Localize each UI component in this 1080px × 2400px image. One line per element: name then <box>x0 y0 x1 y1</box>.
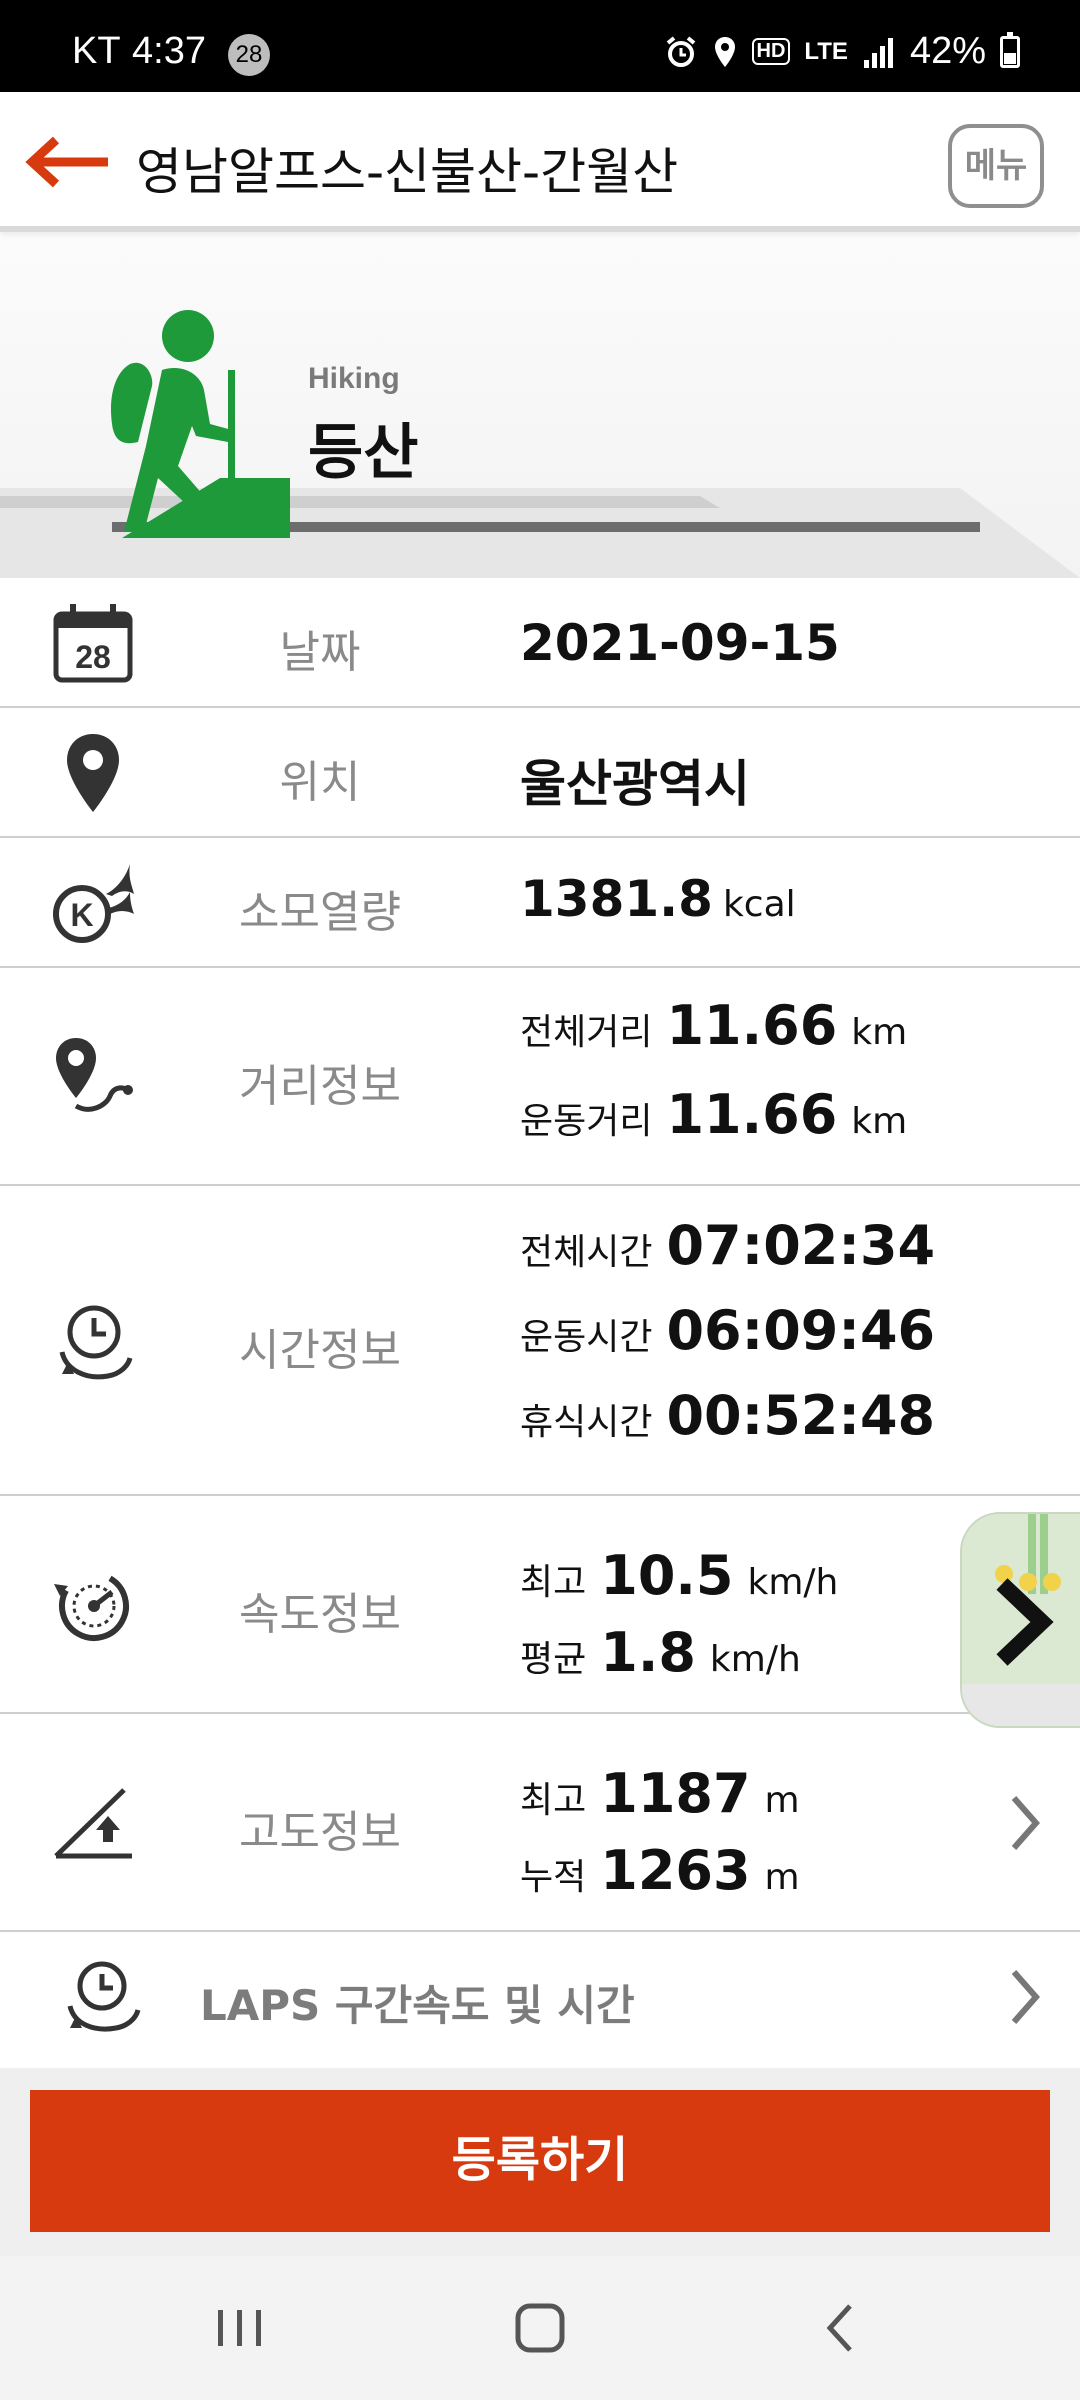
back-arrow-icon[interactable] <box>22 132 112 192</box>
max-speed-value: 10.5 <box>600 1544 734 1607</box>
clock: 4:37 <box>132 30 206 72</box>
laps-clock-icon <box>67 1961 141 2032</box>
cumulative-altitude-value: 1263 <box>600 1839 751 1902</box>
date-value: 2021-09-15 <box>520 614 840 672</box>
date-label: 날짜 <box>279 627 361 678</box>
lte-icon: LTE <box>804 37 848 65</box>
time-values: 전체시간 07:02:34 운동시간 06:09:46 휴식시간 00:52:4… <box>520 1214 935 1447</box>
moving-time-value: 06:09:46 <box>666 1299 936 1362</box>
moving-time-line: 운동시간 06:09:46 <box>520 1299 935 1362</box>
distance-label: 거리정보 <box>239 1061 401 1112</box>
moving-time-label: 운동시간 <box>520 1317 653 1358</box>
nav-back-icon[interactable] <box>800 2296 880 2360</box>
carrier-label: KT <box>72 30 121 72</box>
max-speed-line: 최고 10.5 km/h <box>520 1544 838 1607</box>
altitude-label: 고도정보 <box>239 1807 401 1858</box>
max-speed-label: 최고 <box>520 1562 587 1603</box>
moving-distance-line: 운동거리 11.66 km <box>520 1083 907 1146</box>
map-thumbnail-icon[interactable] <box>960 1512 1080 1728</box>
cumulative-altitude-label: 누적 <box>520 1857 587 1898</box>
calories-unit: kcal <box>722 884 796 925</box>
menu-button[interactable]: 메뉴 <box>948 124 1044 208</box>
speedometer-icon <box>54 1571 129 1641</box>
location-value: 울산광역시 <box>520 755 750 813</box>
calories-label: 소모열량 <box>239 887 401 938</box>
page-title: 영남알프스-신불산-간월산 <box>136 143 679 201</box>
total-time-line: 전체시간 07:02:34 <box>520 1214 935 1277</box>
laps-label: LAPS 구간속도 및 시간 <box>200 1981 635 2030</box>
home-icon[interactable] <box>500 2296 580 2360</box>
route-icon <box>56 1038 133 1112</box>
signal-icon <box>863 37 893 68</box>
activity-type-english: Hiking <box>308 362 400 395</box>
altitude-row[interactable]: 고도정보 최고 1187 m 누적 1263 m <box>0 1714 1080 1932</box>
activity-banner: Hiking 등산 <box>0 238 1080 578</box>
moving-distance-label: 운동거리 <box>520 1101 653 1142</box>
clock-cycle-icon <box>59 1305 133 1380</box>
avg-speed-value: 1.8 <box>600 1621 696 1684</box>
moving-distance-value: 11.66 <box>666 1083 838 1146</box>
rest-time-line: 휴식시간 00:52:48 <box>520 1384 935 1447</box>
alarm-icon <box>666 35 695 67</box>
location-pin-icon <box>67 734 119 812</box>
rest-time-value: 00:52:48 <box>666 1384 936 1447</box>
total-time-value: 07:02:34 <box>666 1214 936 1277</box>
altitude-icon <box>54 1788 132 1859</box>
total-distance-label: 전체거리 <box>520 1012 653 1053</box>
speed-values: 최고 10.5 km/h 평균 1.8 km/h <box>520 1544 838 1684</box>
speed-label: 속도정보 <box>239 1589 401 1640</box>
hiker-icon <box>110 310 290 538</box>
moving-distance-unit: km <box>851 1101 908 1142</box>
altitude-values: 최고 1187 m 누적 1263 m <box>520 1762 800 1902</box>
max-speed-unit: km/h <box>747 1562 839 1603</box>
calorie-burn-icon: K <box>53 864 134 943</box>
calendar-icon: 28 <box>53 604 133 683</box>
cumulative-altitude-unit: m <box>764 1857 800 1898</box>
avg-speed-label: 평균 <box>520 1639 587 1680</box>
svg-text:K: K <box>70 897 93 933</box>
location-icon <box>714 36 735 67</box>
time-label: 시간정보 <box>239 1325 401 1376</box>
recent-apps-icon[interactable] <box>200 2296 280 2360</box>
battery-icon <box>1000 31 1020 68</box>
total-distance-unit: km <box>851 1012 908 1053</box>
hd-voice-icon: HD <box>751 38 791 65</box>
calories-value: 1381.8 kcal <box>520 870 796 928</box>
time-row: 시간정보 전체시간 07:02:34 운동시간 06:09:46 휴식시간 00… <box>0 1186 1080 1496</box>
activity-type-korean: 등산 <box>308 418 419 488</box>
distance-row: 거리정보 전체거리 11.66 km 운동거리 11.66 km <box>0 968 1080 1186</box>
action-area: 등록하기 <box>0 2068 1080 2256</box>
total-time-label: 전체시간 <box>520 1232 653 1273</box>
svg-text:28: 28 <box>75 639 111 675</box>
status-bar: KT 4:37 28 HD LTE 42% <box>0 0 1080 92</box>
rest-time-label: 휴식시간 <box>520 1402 653 1443</box>
avg-speed-line: 평균 1.8 km/h <box>520 1621 838 1684</box>
avg-speed-unit: km/h <box>709 1639 801 1680</box>
max-altitude-unit: m <box>764 1780 800 1821</box>
location-label: 위치 <box>279 757 361 808</box>
calories-row: K 소모열량 1381.8 kcal <box>0 838 1080 968</box>
workout-summary: 28 날짜 2021-09-15 위치 울산광역시 K 소모열량 1381.8 k… <box>0 578 1080 2062</box>
battery-percentage: 42% <box>909 30 986 72</box>
date-row: 28 날짜 2021-09-15 <box>0 578 1080 708</box>
chevron-right-icon[interactable] <box>1000 1962 1050 2032</box>
max-altitude-label: 최고 <box>520 1780 587 1821</box>
total-distance-line: 전체거리 11.66 km <box>520 994 907 1057</box>
system-nav-bar <box>0 2256 1080 2400</box>
speed-row: 속도정보 최고 10.5 km/h 평균 1.8 km/h <box>0 1496 1080 1714</box>
notification-count-badge: 28 <box>228 34 270 76</box>
register-button[interactable]: 등록하기 <box>30 2090 1050 2232</box>
cumulative-altitude-line: 누적 1263 m <box>520 1839 800 1902</box>
distance-values: 전체거리 11.66 km 운동거리 11.66 km <box>520 994 907 1146</box>
max-altitude-line: 최고 1187 m <box>520 1762 800 1825</box>
total-distance-value: 11.66 <box>666 994 838 1057</box>
app-header: 영남알프스-신불산-간월산 메뉴 <box>0 92 1080 232</box>
max-altitude-value: 1187 <box>600 1762 751 1825</box>
calories-number: 1381.8 <box>520 870 713 928</box>
location-row: 위치 울산광역시 <box>0 708 1080 838</box>
laps-row[interactable]: LAPS 구간속도 및 시간 <box>0 1932 1080 2062</box>
chevron-right-icon[interactable] <box>1000 1788 1050 1858</box>
